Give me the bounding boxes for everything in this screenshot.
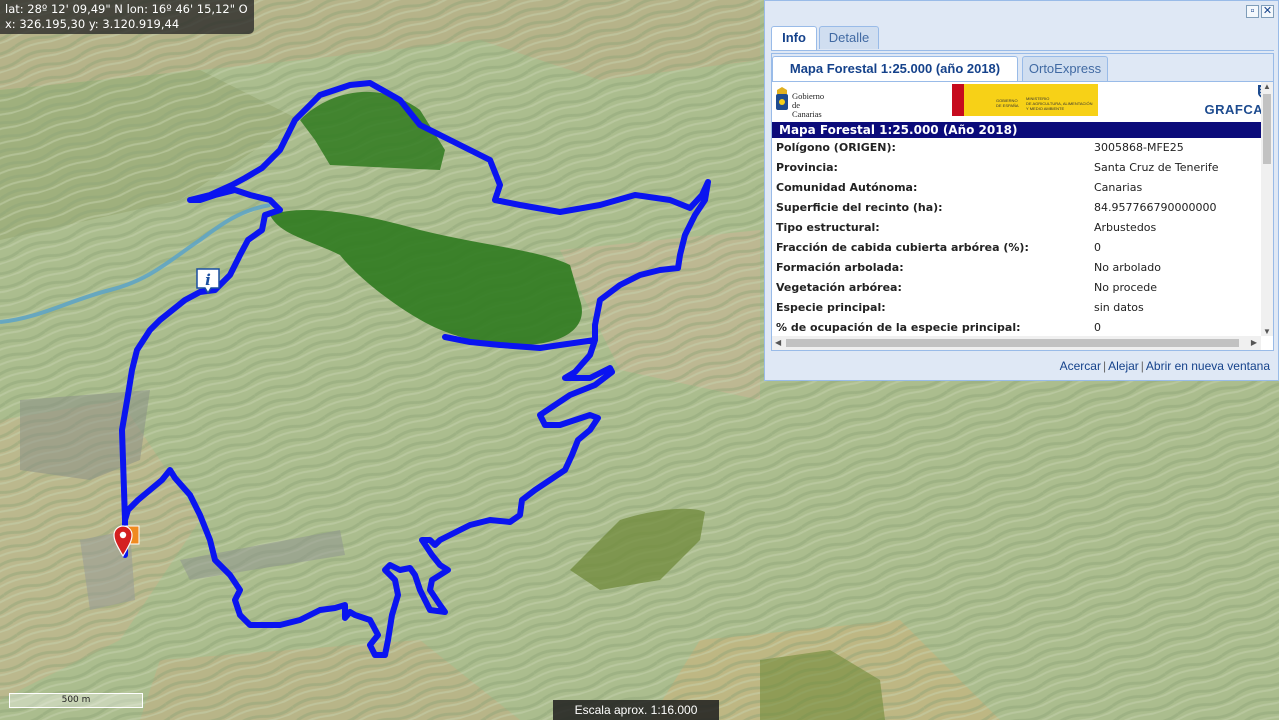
gobierno-canarias-text: Gobierno de Canarias [792,91,825,119]
link-separator: | [1102,359,1107,373]
grafcan-logo: GRAFCAN [1204,84,1262,118]
attribute-row: Tipo estructural: Arbustedos [772,218,1261,238]
scroll-right-icon[interactable]: ▶ [1251,336,1257,350]
main-tabbar: Info Detalle [771,24,1274,51]
info-icon[interactable]: i [196,268,220,295]
map-pin-icon[interactable] [112,522,140,558]
panel-links: Acercar | Alejar | Abrir en nueva ventana [1060,359,1270,373]
info-content-frame: Mapa Forestal 1:25.000 (año 2018) OrtoEx… [771,53,1274,351]
open-new-window-link[interactable]: Abrir en nueva ventana [1146,359,1270,373]
attribute-value: sin datos [1094,301,1144,314]
attribute-value: Santa Cruz de Tenerife [1094,161,1219,174]
attribute-row: Formación arbolada: No arbolado [772,258,1261,278]
attribute-label: Tipo estructural: [776,221,880,234]
attribute-row: Vegetación arbórea: No procede [772,278,1261,298]
attribute-row: Provincia: Santa Cruz de Tenerife [772,158,1261,178]
attribute-value: 84.957766790000000 [1094,201,1217,214]
link-separator: | [1140,359,1144,373]
coordinates-latlon: lat: 28º 12' 09,49" N lon: 16º 46' 15,12… [5,2,248,16]
close-icon[interactable]: ✕ [1261,5,1274,18]
scale-bar: 500 m [9,693,143,708]
layer-tabbar: Mapa Forestal 1:25.000 (año 2018) OrtoEx… [772,54,1273,82]
attribute-row: Superficie del recinto (ha): 84.957766790… [772,198,1261,218]
alejar-link[interactable]: Alejar [1108,359,1139,373]
tab-mapa-forestal[interactable]: Mapa Forestal 1:25.000 (año 2018) [772,56,1018,81]
vertical-scroll-thumb[interactable] [1263,94,1271,164]
attribute-value: No procede [1094,281,1158,294]
attribute-label: % de ocupación de la especie principal: [776,321,1021,334]
attribute-label: Especie principal: [776,301,886,314]
tab-detalle[interactable]: Detalle [819,26,879,49]
maximize-icon[interactable]: ▫ [1246,5,1259,18]
attribute-value: Arbustedos [1094,221,1157,234]
attribute-label: Formación arbolada: [776,261,904,274]
attribute-label: Polígono (ORIGEN): [776,141,896,154]
scroll-down-icon[interactable]: ▼ [1261,327,1273,336]
attribute-label: Comunidad Autónoma: [776,181,918,194]
info-panel: ▫ ✕ Info Detalle Mapa Forestal 1:25.000 … [764,0,1279,381]
gobierno-canarias-logo: Gobierno de Canarias [774,86,824,119]
attribute-rows: Polígono (ORIGEN): 3005868-MFE25 Provinci… [772,138,1261,336]
logos-strip: Gobierno de Canarias GOBIERNO DE ESPAÑA MI… [772,82,1261,122]
attribute-row: Fracción de cabida cubierta arbórea (%):… [772,238,1261,258]
attribute-row: Comunidad Autónoma: Canarias [772,178,1261,198]
svg-text:i: i [205,271,211,289]
scroll-left-icon[interactable]: ◀ [775,336,781,350]
tab-info[interactable]: Info [771,26,817,50]
attribute-value: 0 [1094,321,1101,334]
scroll-up-icon[interactable]: ▲ [1261,82,1273,91]
scale-bar-label: 500 m [61,695,91,705]
attribute-value: 0 [1094,241,1101,254]
attribute-value: No arbolado [1094,261,1161,274]
coordinates-readout: lat: 28º 12' 09,49" N lon: 16º 46' 15,12… [0,0,254,34]
gobierno-espana-logo: GOBIERNO DE ESPAÑA MINISTERIO DE AGRICULTU… [952,84,1098,116]
attribute-value: Canarias [1094,181,1143,194]
coordinates-xy: x: 326.195,30 y: 3.120.919,44 [5,17,180,31]
grafcan-text: GRAFCAN [1204,102,1262,117]
attribute-label: Fracción de cabida cubierta arbórea (%): [776,241,1029,254]
vertical-scrollbar[interactable]: ▲ ▼ [1261,82,1273,336]
attribute-label: Provincia: [776,161,838,174]
tab-ortoexpress[interactable]: OrtoExpress [1022,56,1108,81]
scale-text: Escala aprox. 1:16.000 [553,700,719,720]
attribute-row: Especie principal: sin datos [772,298,1261,318]
feature-attributes: Gobierno de Canarias GOBIERNO DE ESPAÑA MI… [772,82,1261,336]
attribute-label: Superficie del recinto (ha): [776,201,943,214]
acercar-link[interactable]: Acercar [1060,359,1101,373]
section-title: Mapa Forestal 1:25.000 (Año 2018) [772,122,1261,138]
attribute-value: 3005868-MFE25 [1094,141,1184,154]
attribute-label: Vegetación arbórea: [776,281,902,294]
horizontal-scrollbar[interactable]: ◀ ▶ [772,336,1261,350]
attribute-row: Polígono (ORIGEN): 3005868-MFE25 [772,138,1261,158]
attribute-row: % de ocupación de la especie principal: 0 [772,318,1261,336]
horizontal-scroll-thumb[interactable] [786,339,1239,347]
